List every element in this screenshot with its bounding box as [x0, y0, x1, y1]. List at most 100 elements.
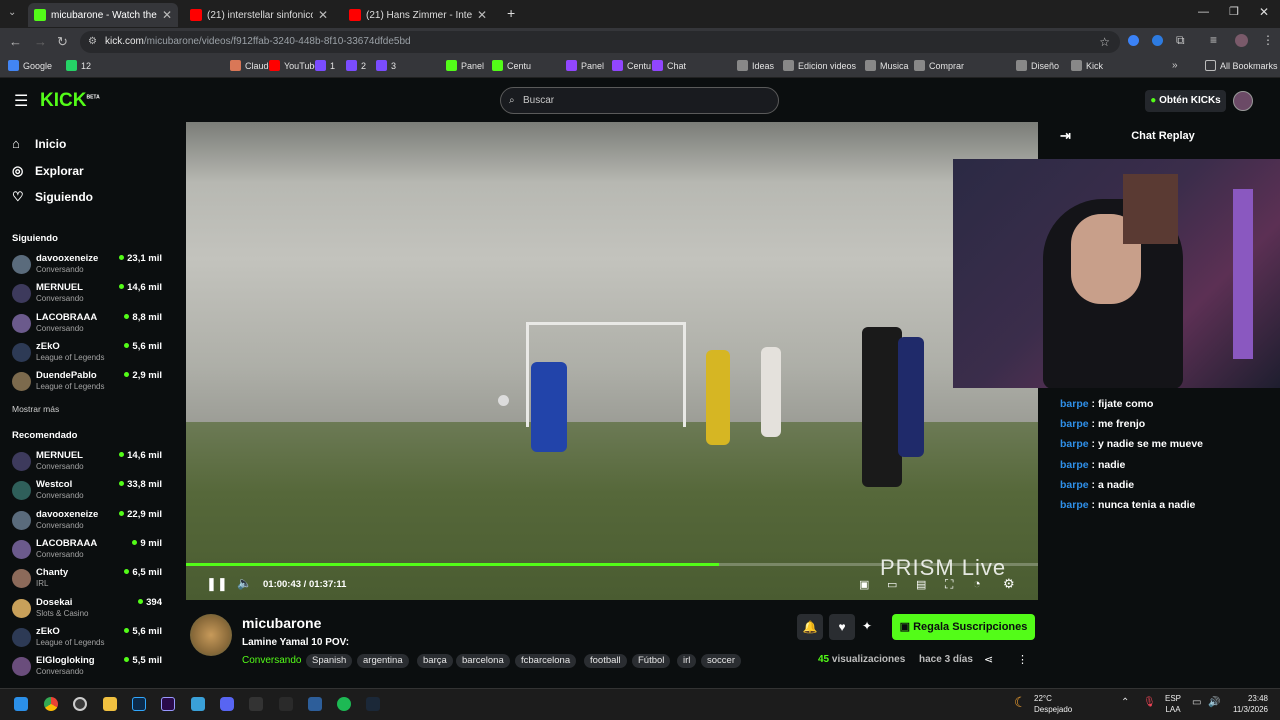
bookmark-item[interactable]: 12: [66, 60, 91, 71]
kick-logo[interactable]: KICKBETA: [40, 90, 100, 112]
notifications-bell-icon[interactable]: 🔔: [797, 614, 823, 640]
new-tab-button[interactable]: +: [507, 5, 515, 21]
channel-item[interactable]: LACOBRAAA Conversando 9 mil: [12, 538, 162, 564]
bookmark-item[interactable]: Panel: [446, 60, 484, 71]
playback-speed-icon[interactable]: ◔: [973, 576, 981, 591]
extensions-puzzle-icon[interactable]: ⧉: [1176, 33, 1185, 48]
sidebar-nav-siguiendo[interactable]: ♡ Siguiendo: [12, 189, 93, 205]
bookmark-item[interactable]: 3: [376, 60, 396, 71]
pause-icon[interactable]: ❚❚: [206, 576, 228, 592]
bookmark-item[interactable]: 2: [346, 60, 366, 71]
notepad-icon[interactable]: [191, 697, 205, 711]
menu-icon[interactable]: ☰: [14, 91, 28, 111]
url-field[interactable]: ⚙ kick.com/micubarone/videos/f912ffab-32…: [80, 31, 1120, 53]
sparkle-icon[interactable]: ✦: [862, 619, 872, 633]
restore-icon[interactable]: ❐: [1229, 5, 1239, 18]
tray-overflow-icon[interactable]: ⌃: [1121, 697, 1129, 708]
user-avatar[interactable]: [1233, 91, 1253, 111]
tab-close-icon[interactable]: ✕: [318, 8, 328, 22]
weather-moon-icon[interactable]: ☾: [1014, 694, 1027, 711]
bookmark-item[interactable]: Google: [8, 60, 52, 71]
photoshop-icon[interactable]: [132, 697, 146, 711]
bookmark-item[interactable]: Kick: [1071, 60, 1103, 71]
browser-tab[interactable]: micubarone - Watch the VC ✕: [28, 3, 178, 27]
channel-item[interactable]: Dosekai Slots & Casino 394: [12, 597, 162, 623]
back-icon[interactable]: ←: [9, 34, 22, 49]
more-bookmarks-icon[interactable]: »: [1172, 60, 1178, 71]
miniplayer-icon[interactable]: ▭: [887, 578, 897, 591]
channel-item[interactable]: Westcol Conversando 33,8 mil: [12, 479, 162, 505]
channel-item[interactable]: zEkO League of Legends 5,6 mil: [12, 626, 162, 652]
video-player[interactable]: [186, 122, 1038, 600]
share-icon[interactable]: ⋖: [984, 653, 993, 666]
tag-chip[interactable]: Spanish: [306, 654, 353, 668]
theater-mode-icon[interactable]: ▤: [916, 578, 926, 591]
tag-chip[interactable]: barça: [417, 654, 453, 668]
obs-taskbar-icon[interactable]: [73, 697, 87, 711]
more-options-icon[interactable]: ⋮: [1017, 653, 1028, 666]
bookmark-item[interactable]: Diseño: [1016, 60, 1059, 71]
premiere-icon[interactable]: [161, 697, 175, 711]
sidebar-nav-explorar[interactable]: ◎ Explorar: [12, 163, 84, 179]
bookmark-item[interactable]: Panel: [566, 60, 604, 71]
search-input[interactable]: ⌕ Buscar: [500, 87, 779, 114]
channel-item[interactable]: DuendePablo League of Legends 2,9 mil: [12, 370, 162, 396]
category-link[interactable]: Conversando: [242, 655, 301, 666]
bookmark-item[interactable]: Centu: [492, 60, 531, 71]
discord-icon[interactable]: [220, 697, 234, 711]
epic-games-icon[interactable]: [249, 697, 263, 711]
tag-chip[interactable]: soccer: [701, 654, 741, 668]
gift-subscriptions-button[interactable]: ▣ Regala Suscripciones: [892, 614, 1035, 640]
tag-chip[interactable]: argentina: [357, 654, 409, 668]
weather-widget[interactable]: 22°C Despejado: [1034, 693, 1072, 715]
tab-close-icon[interactable]: ✕: [162, 8, 172, 22]
channel-item[interactable]: Chanty IRL 6,5 mil: [12, 567, 162, 593]
bookmark-item[interactable]: Comprar: [914, 60, 964, 71]
bookmark-item[interactable]: Centu: [612, 60, 651, 71]
bookmark-item[interactable]: Ideas: [737, 60, 774, 71]
volume-icon[interactable]: 🔈: [237, 576, 252, 590]
tag-chip[interactable]: football: [584, 654, 627, 668]
close-window-icon[interactable]: ✕: [1259, 5, 1269, 19]
language-indicator[interactable]: ESP LAA: [1165, 693, 1181, 715]
profile-avatar[interactable]: [1235, 34, 1248, 47]
bookmark-item[interactable]: Musica: [865, 60, 909, 71]
fullscreen-icon[interactable]: ⛶: [945, 577, 953, 592]
forward-icon[interactable]: →: [34, 34, 47, 49]
tag-chip[interactable]: barcelona: [456, 654, 510, 668]
bookmark-item[interactable]: YouTube: [269, 60, 319, 71]
microphone-icon[interactable]: 🎙: [1143, 697, 1156, 708]
channel-item[interactable]: MERNUEL Conversando 14,6 mil: [12, 282, 162, 308]
bookmark-item[interactable]: 1: [315, 60, 335, 71]
settings-icon[interactable]: ⚙: [1003, 576, 1015, 592]
app-taskbar-icon[interactable]: [308, 697, 322, 711]
clip-icon[interactable]: ▣: [859, 578, 869, 591]
bookmark-star-icon[interactable]: ☆: [1099, 31, 1110, 53]
extension-icon[interactable]: [1152, 35, 1163, 46]
collapse-chat-icon[interactable]: ⇥: [1060, 122, 1071, 150]
browser-tab[interactable]: (21) interstellar sinfonico - YouT ✕: [184, 3, 334, 27]
show-more-link[interactable]: Mostrar más: [12, 404, 59, 414]
clock[interactable]: 23:48 11/3/2026: [1228, 693, 1268, 715]
site-info-icon[interactable]: ⚙: [88, 31, 97, 53]
minimize-icon[interactable]: —: [1198, 6, 1209, 18]
tab-search-icon[interactable]: ⌄: [8, 7, 16, 18]
tag-chip[interactable]: irl: [677, 654, 697, 668]
network-icon[interactable]: ▭: [1192, 697, 1201, 708]
browser-tab[interactable]: (21) Hans Zimmer - Interstellar ✕: [343, 3, 493, 27]
channel-item[interactable]: ElGlogloking Conversando 5,5 mil: [12, 655, 162, 681]
sidebar-nav-inicio[interactable]: ⌂ Inicio: [12, 136, 66, 151]
bookmark-item[interactable]: Claude: [230, 60, 274, 71]
channel-item[interactable]: MERNUEL Conversando 14,6 mil: [12, 450, 162, 476]
speaker-icon[interactable]: 🔊: [1208, 697, 1220, 708]
tab-close-icon[interactable]: ✕: [477, 8, 487, 22]
reload-icon[interactable]: ↻: [57, 34, 68, 50]
chrome-menu-icon[interactable]: ⋮: [1262, 33, 1274, 47]
channel-item[interactable]: davooxeneize Conversando 22,9 mil: [12, 509, 162, 535]
streamer-name[interactable]: micubarone: [242, 615, 321, 631]
channel-item[interactable]: zEkO League of Legends 5,6 mil: [12, 341, 162, 367]
steam-icon[interactable]: [366, 697, 380, 711]
extension-icon[interactable]: [1128, 35, 1139, 46]
channel-item[interactable]: LACOBRAAA Conversando 8,8 mil: [12, 312, 162, 338]
bookmark-item[interactable]: Edicion videos: [783, 60, 856, 71]
